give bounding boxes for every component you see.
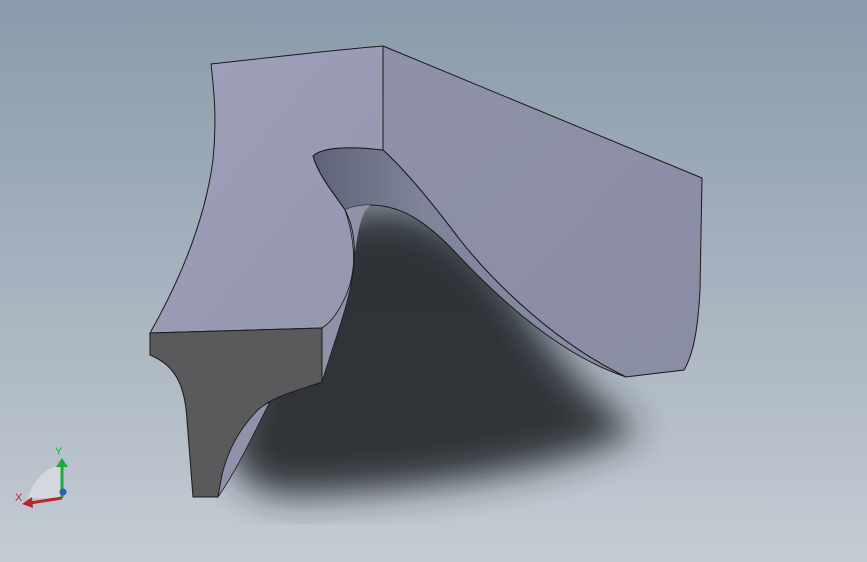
y-axis-label: Y bbox=[55, 446, 63, 458]
triad-plane bbox=[28, 466, 62, 498]
graphics-viewport[interactable]: Y X bbox=[0, 0, 867, 562]
z-axis-dot bbox=[59, 488, 67, 496]
reference-triad[interactable]: Y X bbox=[10, 440, 80, 510]
x-axis-line bbox=[29, 496, 63, 505]
y-axis-arrow bbox=[56, 458, 68, 467]
x-axis-arrow bbox=[22, 497, 33, 508]
3d-model-view[interactable] bbox=[0, 0, 867, 562]
x-axis-label: X bbox=[15, 492, 23, 504]
